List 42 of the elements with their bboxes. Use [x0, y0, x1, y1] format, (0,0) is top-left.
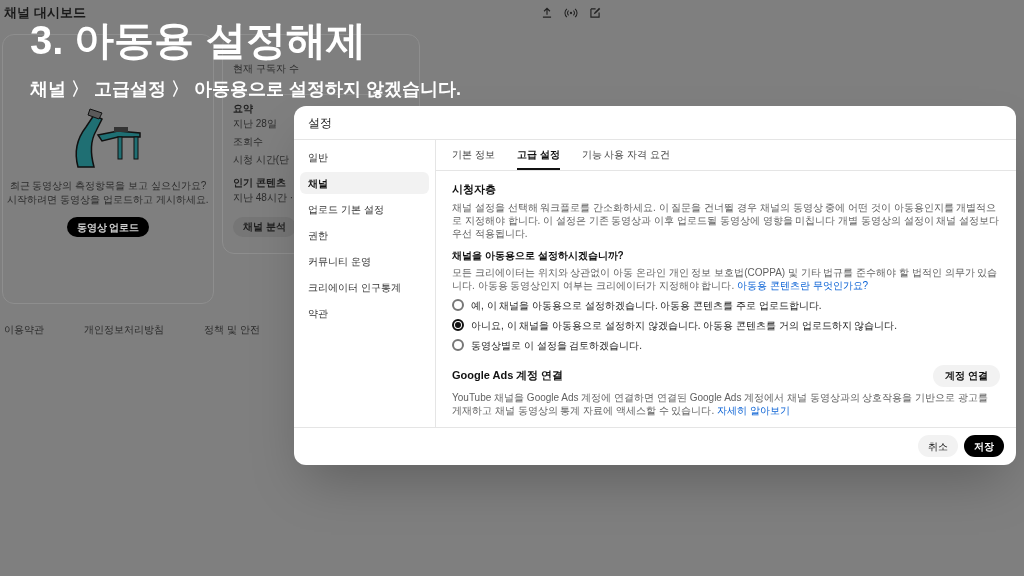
cancel-button[interactable]: 취소	[918, 435, 958, 457]
settings-nav-item[interactable]: 권한	[300, 224, 429, 246]
top-content-title: 인기 콘텐츠	[233, 176, 286, 190]
settings-tab[interactable]: 기능 사용 자격 요건	[581, 140, 670, 170]
footer-link[interactable]: 개인정보처리방침	[84, 322, 164, 337]
radio-button[interactable]	[452, 299, 464, 311]
radio-button[interactable]	[452, 319, 464, 331]
footer-link[interactable]: 이용약관	[4, 322, 44, 337]
settings-nav-item[interactable]: 채널	[300, 172, 429, 194]
tutorial-subtitle: 채널 〉 고급설정 〉 아동용으로 설정하지 않겠습니다.	[30, 78, 461, 101]
settings-nav-item[interactable]: 커뮤니티 운영	[300, 250, 429, 272]
top-content-period: 지난 48시간 ·	[233, 191, 293, 205]
upload-video-button[interactable]: 동영상 업로드	[66, 217, 150, 237]
learn-more-link[interactable]: 자세히 알아보기	[717, 404, 790, 416]
settings-nav-item[interactable]: 약관	[300, 302, 429, 324]
settings-nav-item[interactable]: 업로드 기본 설정	[300, 198, 429, 220]
help-link[interactable]: 아동용 콘텐츠란 무엇인가요?	[737, 279, 869, 291]
save-button[interactable]: 저장	[964, 435, 1004, 457]
settings-nav-item[interactable]: 크리에이터 인구통계	[300, 276, 429, 298]
settings-tab[interactable]: 기본 정보	[452, 140, 495, 170]
footer-link[interactable]: 정책 및 안전	[204, 322, 260, 337]
channel-analytics-button[interactable]: 채널 분석	[233, 216, 296, 237]
radio-button[interactable]	[452, 339, 464, 351]
settings-tab[interactable]: 고급 설정	[516, 140, 560, 170]
dialog-title: 설정	[294, 106, 1016, 140]
metric-label: 조회수	[233, 135, 263, 149]
metric-label: 시청 시간(단	[233, 153, 290, 167]
radio-label: 아니요, 이 채널을 아동용으로 설정하지 않겠습니다. 아동용 콘텐츠를 거의 업로드하지 않습니다.	[471, 318, 898, 333]
summary-title: 요약	[233, 102, 253, 116]
section-heading: Google Ads 계정 연결	[452, 368, 564, 384]
settings-nav-item[interactable]: 일반	[300, 146, 429, 168]
section-description: YouTube 채널을 Google Ads 계정에 연결하면 연결된 Google Ads 계정에서 채널 동영상과의 상호작용을 기반으로 광고를 게재하고 채널 동영상의 통계 자료에 액세스할 수 있습니다. 자세히 알아보기	[452, 390, 990, 417]
coppa-notice: 모든 크리에이터는 위치와 상관없이 아동 온라인 개인 정보 보호법(COPPA) 및 기타 법규를 준수해야 할 법적인 의무가 있습니다. 아동용 동영상인지 여부는 크리에이터가 지정해야 합니다. 아동용 콘텐츠란 무엇인가요?	[452, 265, 999, 292]
summary-period: 지난 28일	[233, 117, 277, 131]
section-heading: 시청자층	[452, 182, 497, 197]
subscribers-label: 현재 구독자 수	[233, 62, 299, 76]
section-description: 채널 설정을 선택해 워크플로를 간소화하세요. 이 질문을 건너뛸 경우 채널의 동영상 중에 어떤 것이 아동용인지를 개별적으로 지정해야 합니다. 이 설정은 기존 동영상과 이후 업로드될 동영상에 영향을 미칩니다 개별 동영상의 설정이 채널 설정보다 우선 적용됩니다.	[452, 200, 1000, 240]
link-account-button[interactable]: 계정 연결	[933, 364, 1000, 387]
empty-state-message: 최근 동영상의 측정항목을 보고 싶으신가요? 시작하려면 동영상을 업로드하고 게시하세요.	[7, 179, 209, 207]
radio-label: 예, 이 채널을 아동용으로 설정하겠습니다. 아동용 콘텐츠를 주로 업로드합니다.	[471, 298, 822, 313]
question-heading: 채널을 아동용으로 설정하시겠습니까?	[452, 248, 625, 263]
radio-label: 동영상별로 이 설정을 검토하겠습니다.	[471, 338, 643, 353]
